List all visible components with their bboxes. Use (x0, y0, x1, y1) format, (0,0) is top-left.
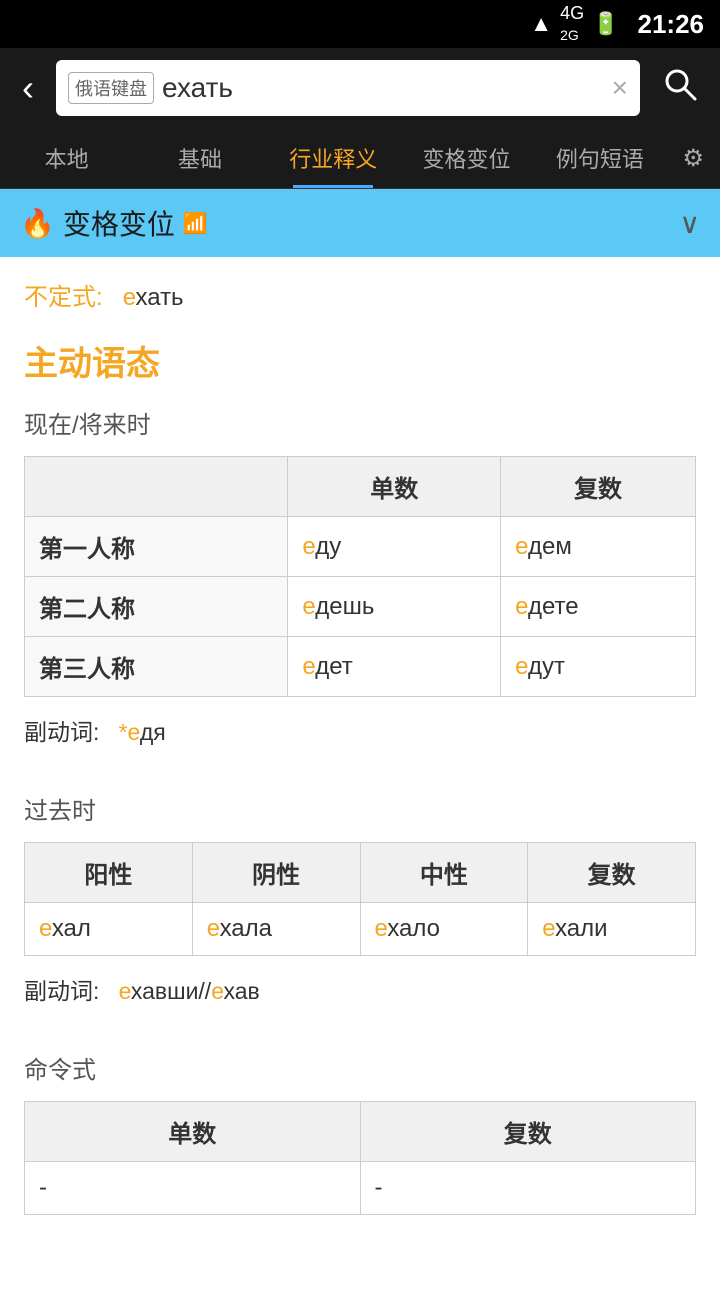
singular-2: едешь (288, 577, 501, 637)
table-row: 第三人称 едет едут (25, 637, 696, 697)
table-row: - - (25, 1162, 696, 1215)
adverb-label: 副动词: (24, 719, 99, 745)
status-icons: ▲ 4G2G 🔋 (530, 3, 619, 45)
present-future-table: 单数 复数 第一人称 еду едем 第二人称 едешь едете 第三人… (24, 456, 696, 697)
past-fem: ехала (192, 903, 360, 956)
infinitive-rest: хать (136, 284, 184, 311)
imperative-table: 单数 复数 - - (24, 1101, 696, 1215)
col-header-singular: 单数 (288, 457, 501, 517)
past-col-neut: 中性 (360, 843, 528, 903)
singular-1: еду (288, 517, 501, 577)
past-col-fem: 阴性 (192, 843, 360, 903)
adverb-present-line: 副动词: *едя (24, 713, 696, 747)
content-body: 不定式: ехать 主动语态 现在/将来时 单数 复数 第一人称 еду ед… (0, 257, 720, 1251)
signal-icon: 4G2G (560, 3, 584, 45)
section-header-title: 🔥 变格变位 📶 (20, 203, 208, 243)
col-header-empty (25, 457, 288, 517)
past-label: 过去时 (24, 791, 696, 826)
imperative-label: 命令式 (24, 1050, 696, 1085)
singular-3: едет (288, 637, 501, 697)
divider-2 (24, 1030, 696, 1050)
imp-col-plural: 复数 (360, 1102, 696, 1162)
table-row: 第二人称 едешь едете (25, 577, 696, 637)
adverb-past-label: 副动词: (24, 978, 99, 1004)
past-neut: ехало (360, 903, 528, 956)
wifi-small-icon: 📶 (183, 211, 208, 236)
past-table: 阳性 阴性 中性 复数 ехал ехала ехало ехали (24, 842, 696, 956)
person-3: 第三人称 (25, 637, 288, 697)
infinitive-label: 不定式: (24, 284, 103, 311)
col-header-plural: 复数 (501, 457, 696, 517)
plural-1: едем (501, 517, 696, 577)
back-button[interactable]: ‹ (12, 63, 44, 113)
table-row: ехал ехала ехало ехали (25, 903, 696, 956)
clear-button[interactable]: × (612, 72, 628, 104)
battery-icon: 🔋 (592, 11, 619, 37)
past-plur: ехали (528, 903, 696, 956)
plural-2: едете (501, 577, 696, 637)
active-voice-title: 主动语态 (24, 336, 696, 385)
section-header[interactable]: 🔥 变格变位 📶 ∨ (0, 189, 720, 257)
table-row: 第一人称 еду едем (25, 517, 696, 577)
tab-basic[interactable]: 基础 (133, 128, 266, 188)
search-button[interactable] (652, 62, 708, 115)
infinitive-prefix: е (123, 284, 136, 311)
imp-plural: - (360, 1162, 696, 1215)
top-bar: ‹ 俄语键盘 ехать × (0, 48, 720, 128)
divider (24, 771, 696, 791)
tab-local[interactable]: 本地 (0, 128, 133, 188)
tab-bar: 本地 基础 行业释义 变格变位 例句短语 ⚙ (0, 128, 720, 189)
imp-singular: - (25, 1162, 361, 1215)
person-2: 第二人称 (25, 577, 288, 637)
fire-icon: 🔥 (20, 207, 55, 240)
infinitive-line: 不定式: ехать (24, 277, 696, 312)
clock: 21:26 (638, 9, 705, 40)
plural-3: едут (501, 637, 696, 697)
search-input[interactable]: ехать (162, 72, 604, 104)
tab-examples[interactable]: 例句短语 (533, 128, 666, 188)
content-area: 🔥 变格变位 📶 ∨ 不定式: ехать 主动语态 现在/将来时 单数 复数 (0, 189, 720, 1289)
past-col-plur: 复数 (528, 843, 696, 903)
search-box: 俄语键盘 ехать × (56, 60, 640, 116)
imp-col-singular: 单数 (25, 1102, 361, 1162)
tab-conjugation[interactable]: 变格变位 (400, 128, 533, 188)
status-bar: ▲ 4G2G 🔋 21:26 (0, 0, 720, 48)
present-future-label: 现在/将来时 (24, 405, 696, 440)
wifi-icon: ▲ (530, 11, 552, 37)
settings-button[interactable]: ⚙ (666, 130, 720, 187)
adverb-past-line: 副动词: ехавши//ехав (24, 972, 696, 1006)
past-masc: ехал (25, 903, 193, 956)
past-col-masc: 阳性 (25, 843, 193, 903)
person-1: 第一人称 (25, 517, 288, 577)
keyboard-tag[interactable]: 俄语键盘 (68, 72, 154, 104)
chevron-down-icon[interactable]: ∨ (680, 207, 701, 240)
tab-industry[interactable]: 行业释义 (267, 128, 400, 188)
